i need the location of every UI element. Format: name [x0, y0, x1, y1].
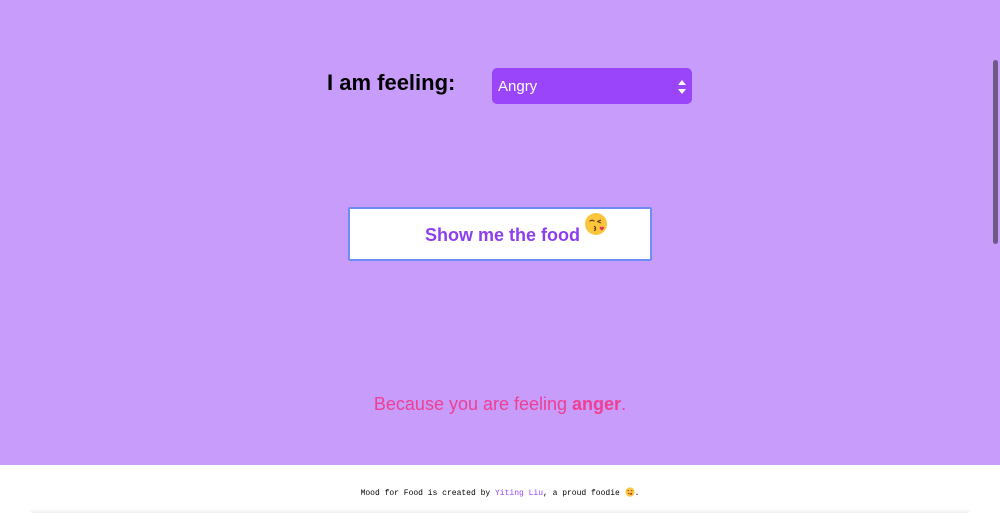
show-food-button[interactable]: Show me the food — [348, 207, 652, 261]
result-suffix: . — [621, 394, 627, 414]
result-prefix: Because you are feeling — [373, 394, 573, 414]
mood-select-value: Angry — [498, 78, 538, 95]
face-blowing-kiss-icon — [585, 213, 607, 235]
face-savoring-food-icon — [625, 487, 635, 497]
author-link[interactable]: Yiting Liu — [495, 489, 543, 498]
credit-end-mark: . — [634, 489, 640, 498]
scrollbar-thumb[interactable] — [993, 60, 998, 244]
credit-text-after: , a proud foodie — [543, 489, 625, 498]
credit-text-before: Mood for Food is created by — [360, 489, 495, 498]
mood-select[interactable]: Angry — [492, 68, 692, 104]
select-arrows-icon — [678, 80, 686, 94]
footer-shadow — [30, 508, 970, 513]
footer-credit: Mood for Food is created by Yiting Liu, … — [0, 487, 1000, 498]
result-emotion: anger — [572, 394, 622, 414]
result-message: Because you are feeling anger. — [0, 394, 1000, 415]
feeling-label: I am feeling: — [327, 70, 456, 95]
show-food-button-label: Show me the food — [425, 225, 580, 245]
